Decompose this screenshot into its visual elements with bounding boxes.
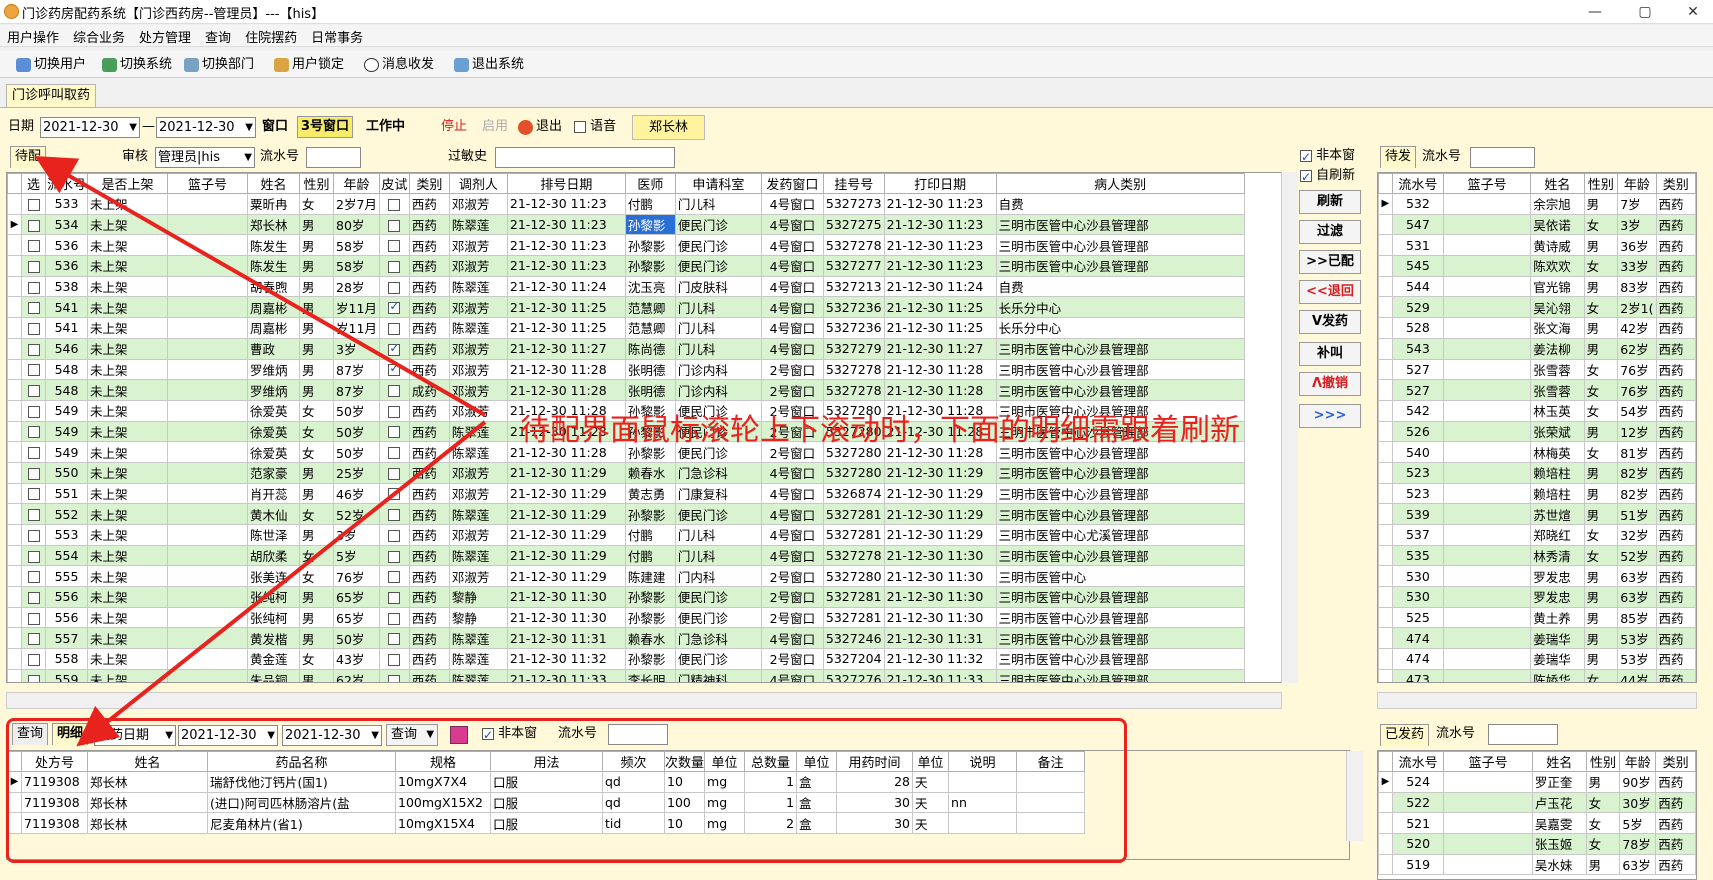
arrow-to-detail-tab: [76, 420, 487, 747]
arrow-to-pending-tab: [34, 156, 486, 417]
annotation-text: 待配界面鼠标滚轮上下滚动时，下面的明细需跟着刷新: [520, 413, 1240, 448]
